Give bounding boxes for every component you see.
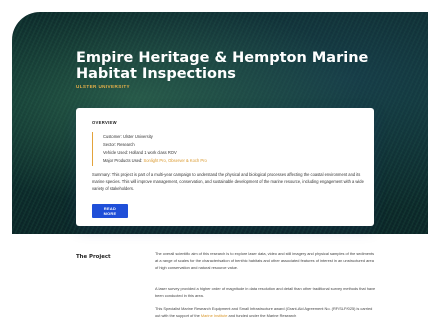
client-name: ULSTER UNIVERSITY: [76, 84, 131, 89]
marine-institute-link[interactable]: Marine Institute: [201, 313, 228, 318]
overview-card: OVERVIEW Customer: Ulster University Sec…: [76, 108, 374, 226]
page-title: Empire Heritage & Hempton Marine Habitat…: [76, 50, 369, 82]
project-details: Customer: Ulster University Sector: Rese…: [92, 132, 359, 166]
detail-products: Major Products Used: Sonlight Pro, Obser…: [103, 158, 207, 163]
detail-products-label: Major Products Used:: [103, 158, 144, 163]
project-paragraph-3-end: and funded under the Marine Research: [227, 312, 297, 318]
read-more-button[interactable]: READ MORE: [92, 204, 128, 218]
project-paragraph-1: The overall scientific aim of this resea…: [155, 251, 375, 270]
section-title: The Project: [76, 254, 111, 260]
overview-label: OVERVIEW: [92, 120, 117, 125]
detail-sector: Sector: Research: [103, 142, 135, 147]
product-links[interactable]: Sonlight Pro, Observer & Koch Pro: [144, 158, 207, 163]
project-paragraph-3: This Specialist Marine Research Equipmen…: [155, 306, 377, 320]
detail-customer: Customer: Ulster University: [103, 134, 153, 139]
summary-text: Summary: This project is part of a multi…: [92, 172, 364, 191]
detail-vehicle: Vehicle Used: Holland 1 work class ROV: [103, 150, 177, 155]
project-paragraph-2: A laser survey provided a higher order o…: [155, 286, 376, 298]
